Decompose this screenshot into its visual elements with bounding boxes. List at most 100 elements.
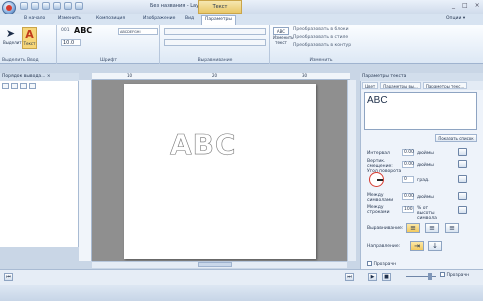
vertical-ruler [79,80,92,261]
group-label-select: Выделить Ввод [2,58,39,63]
align-center-button[interactable]: ≡ [425,223,439,233]
line-spacing-label: Между строками [367,205,390,215]
rotation-field[interactable]: 0 [402,176,414,183]
tab-composition[interactable]: Композиция [96,16,125,21]
convert-style[interactable]: Преобразовать в стиле [293,35,348,40]
align-label: Выравнивание: [367,226,404,231]
context-tab-text[interactable]: Текст [198,0,242,14]
interval-unit: дюймы [417,151,434,156]
horizontal-ruler: 10 20 30 [92,73,350,80]
text-label: Текст [23,41,36,46]
tab-parameters[interactable]: Параметры [201,15,236,25]
ruler-mark: 10 [127,73,133,78]
direction-horizontal-button[interactable]: ⇥ [410,241,424,251]
tab-edit[interactable]: Изменить [58,16,81,21]
layers-toolbar [0,81,78,91]
change-text-button[interactable]: ABC Изменить текст [273,27,294,49]
ruler-mark: 30 [302,73,308,78]
tab-home[interactable]: В начало [24,16,45,21]
char-spacing-label: Между символами [367,193,394,203]
char-spacing-field[interactable]: 0.00 [402,193,414,200]
align-left-button[interactable]: ≡ [406,223,420,233]
properties-tabs: Цвет Параметры вы... Параметры текс... [361,81,483,90]
ribbon: ➤ Выделить A Текст Выделить Ввод 001 ABC… [0,25,483,64]
tab-view[interactable]: Вид [185,16,194,21]
maximize-button[interactable]: □ [462,2,468,9]
text-input-area[interactable]: ABC [364,92,477,130]
rotation-apply-icon[interactable] [458,175,467,183]
direction-label: Направление: [367,244,401,249]
horizontal-scroll-thumb[interactable] [198,262,232,267]
layer-tool-icon[interactable] [11,83,18,89]
layer-tool-icon[interactable] [20,83,27,89]
vertical-offset-field[interactable]: 0.00 [402,161,414,168]
tab-color[interactable]: Цвет [362,82,379,89]
text-properties-header: Параметры текста [360,73,483,81]
vertical-offset-label: Вертик. смещение: [367,159,393,169]
group-selection: ➤ Выделить A Текст Выделить Ввод [0,25,57,64]
char-spacing-unit: дюймы [417,195,434,200]
arrow-icon: ➤ [5,27,16,40]
line-spacing-unit: % от высоты символа [417,206,437,221]
group-alignment: Выравнивание [161,25,270,64]
stop-button[interactable]: ■ [382,273,391,281]
tab-text-params[interactable]: Параметры текс... [422,82,468,89]
window-controls: _ □ × [452,2,480,9]
options-menu[interactable]: Опции ▾ [446,16,465,21]
alignment-dropdown-2[interactable] [164,39,266,46]
group-change: ABC Изменить текст Преобразовать в блоки… [271,25,371,64]
layers-panel-header: Порядок вывода... ⨯ [0,73,79,81]
redo-icon[interactable] [64,2,72,10]
status-bar [0,285,483,301]
new-icon[interactable] [20,2,28,10]
close-button[interactable]: × [475,2,480,9]
font-preview-field[interactable]: ABCDEFGHI [118,28,158,35]
text-tool-button[interactable]: A Текст [22,27,37,49]
convert-blocks[interactable]: Преобразовать в блоки [293,27,349,32]
layer-tool-icon[interactable] [2,83,9,89]
tab-image[interactable]: Изображение [143,16,175,21]
vertical-offset-apply-icon[interactable] [458,160,467,168]
transparent-checkbox-row[interactable]: Прозрачн [367,261,396,267]
layer-tool-icon[interactable] [29,83,36,89]
text-tool-icon: A [25,28,34,41]
abc-icon: ABC [273,27,289,35]
page[interactable] [124,84,316,259]
line-spacing-apply-icon[interactable] [458,206,467,214]
app-menu-button[interactable] [2,1,16,15]
play-button[interactable]: ▶ [368,273,377,281]
transparency-checkbox[interactable] [440,272,445,277]
open-icon[interactable] [31,2,39,10]
vertical-scrollbar[interactable] [347,80,356,261]
align-right-button[interactable]: ≡ [445,223,459,233]
rotation-dial[interactable] [369,172,384,187]
first-frame-button[interactable]: ⏮ [4,273,13,281]
interval-apply-icon[interactable] [458,148,467,156]
interval-field[interactable]: 0.00 [402,149,414,156]
transparency-label: Прозрачн [440,272,469,278]
font-name: ABC [74,26,93,35]
select-tool-button[interactable]: ➤ Выделить [3,27,24,49]
transparent-checkbox[interactable] [367,261,372,266]
font-size-field[interactable]: 10.0 [61,39,81,46]
alignment-dropdown[interactable] [164,28,266,35]
ribbon-tabs: В начало Изменить Композиция Изображение… [0,14,483,25]
font-index: 001 [61,28,70,33]
minimize-button[interactable]: _ [452,2,455,9]
select-label: Выделить [3,40,24,45]
save-icon[interactable] [42,2,50,10]
show-list-button[interactable]: Показать список [435,134,477,142]
tab-output-params[interactable]: Параметры вы... [380,82,421,89]
interval-label: Интервал [367,151,390,156]
undo-icon[interactable] [53,2,61,10]
group-font: 001 ABC ABCDEFGHI 10.0 Шрифт [58,25,160,64]
convert-outline[interactable]: Преобразовать в контур [293,43,351,48]
line-spacing-field[interactable]: 100 [402,206,414,213]
print-icon[interactable] [75,2,83,10]
canvas-text-object[interactable]: ABC [170,128,237,162]
direction-sort-button[interactable]: ↓ [428,241,442,251]
transparency-slider-thumb[interactable] [428,273,432,280]
last-frame-button[interactable]: ⏭ [345,273,354,281]
transparent-label: Прозрачн [373,262,397,267]
char-spacing-apply-icon[interactable] [458,192,467,200]
